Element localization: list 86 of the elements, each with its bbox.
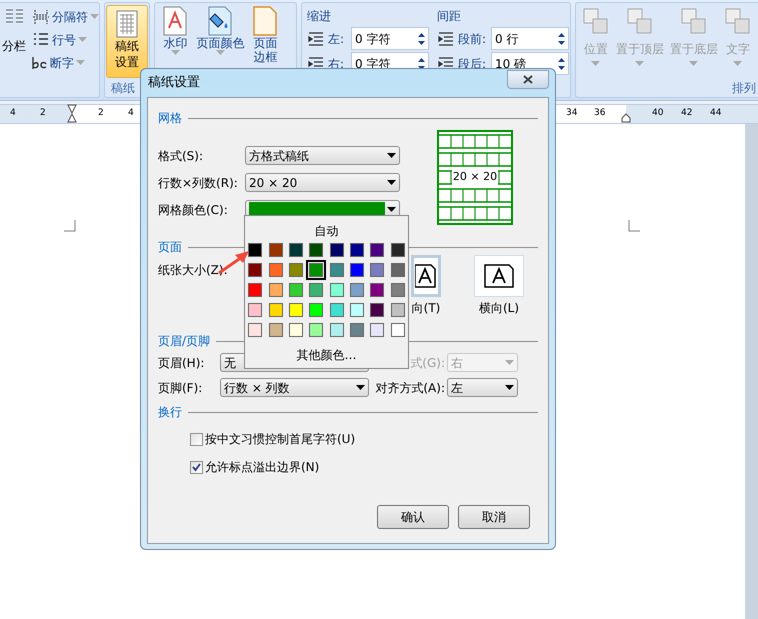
page-break-icon [32,8,50,26]
ruler-number: 44 [710,107,722,120]
ribbon-big-button[interactable]: 页面颜色 [193,6,248,55]
field-label: 页脚(F): [158,380,204,396]
grid-size-label: 20 × 20 [452,169,498,186]
group-label: 排列 [732,80,757,97]
group-heading: 间距 [436,8,462,25]
caret-icon [387,153,396,158]
field-label: 格式(S): [158,148,204,164]
grid-paper-button[interactable]: 稿纸 设置 [106,5,148,78]
spin-arrows-icon [418,32,425,46]
caret-icon [170,50,180,55]
caret-icon [689,61,698,66]
field-label: 式(G): [409,354,446,372]
field-label: 网格颜色(C): [158,202,229,218]
caret-icon [591,61,600,66]
field-label: 段前: [458,30,488,48]
dialog-title: 稿纸设置 [148,74,200,92]
caret-icon [216,50,225,55]
spin-arrows-icon [558,32,565,46]
section-title: 换行 [158,404,182,421]
grid-paper-icon [116,10,138,38]
caret-icon [505,360,514,365]
color-swatch[interactable] [306,260,326,280]
ribbon-small-button[interactable]: 分隔符 [32,7,99,26]
spin-arrows-icon [558,56,565,70]
indent-icon [436,30,455,48]
columns-icon [5,9,23,23]
select-field[interactable]: 左 [447,378,518,397]
ruler-number: 34 [566,107,578,120]
group-heading: 缩进 [306,8,332,25]
page-letter-icon [483,263,515,289]
indent-icon [306,30,325,48]
caret-icon [635,61,644,66]
caret-icon [356,385,365,390]
ruler-number: 4 [128,107,134,120]
ribbon-small-button[interactable]: 行号 [32,30,99,49]
caret-icon [90,14,99,19]
page-letter-icon [415,263,437,289]
field-label: 页眉(H): [158,354,206,372]
caret-icon [733,61,742,66]
check-icon [192,462,201,472]
spin-field[interactable]: 0 行 [490,27,569,50]
close-icon [523,74,533,84]
caret-icon [387,207,396,212]
auto-color-option[interactable]: 自动 [314,222,338,240]
section-title: 页面 [158,239,182,256]
group-label: 稿纸 [110,80,136,97]
field-label: 左: [328,30,346,48]
page-border-icon [252,6,278,36]
spin-arrows-icon [418,56,425,70]
margin-corner-icon [64,220,76,232]
select-field[interactable]: 20 × 20 [245,173,400,192]
close-button[interactable] [507,70,549,88]
checkbox-label: 按中文习惯控制首尾字符(U) [205,431,356,448]
ruler-number: 36 [594,107,606,120]
checkbox[interactable] [190,432,203,446]
hyphenation-icon [32,56,48,70]
spin-field[interactable]: 0 字符 [350,27,429,50]
ruler-number: 2 [98,107,104,120]
ribbon-big-button[interactable]: 页面 边框 [249,6,282,64]
ribbon-small-button[interactable]: 断字 [32,53,99,72]
checkbox-label: 允许标点溢出边界(N) [205,459,320,476]
checkbox[interactable] [190,460,203,474]
columns-button[interactable]: 分栏 [0,3,26,83]
more-colors-option[interactable]: 其他颜色… [296,346,356,364]
paint-bucket-icon [207,6,234,36]
ruler-number: 40 [652,107,664,120]
caret-icon [76,60,85,65]
ruler-number: 42 [681,107,692,120]
select-field[interactable]: 方格式稿纸 [245,146,400,165]
section-title: 网格 [158,110,182,127]
field-label: 对齐方式(A): [374,380,446,396]
ruler-number: 2 [40,107,46,120]
caret-icon [78,37,87,42]
ribbon-big-button[interactable]: 水印 [159,6,192,55]
field-label: 行数×列数(R): [158,174,239,192]
select-field[interactable]: 行数 × 列数 [220,378,369,397]
ruler-number: 4 [10,107,16,120]
page-letter-icon [162,6,188,36]
caret-icon [505,385,514,390]
caret-icon [387,180,396,185]
section-title: 页眉/页脚 [158,333,210,350]
margin-corner-icon [628,220,640,232]
dialog-button[interactable]: 确认 [377,505,449,529]
dialog-button[interactable]: 取消 [458,505,530,529]
